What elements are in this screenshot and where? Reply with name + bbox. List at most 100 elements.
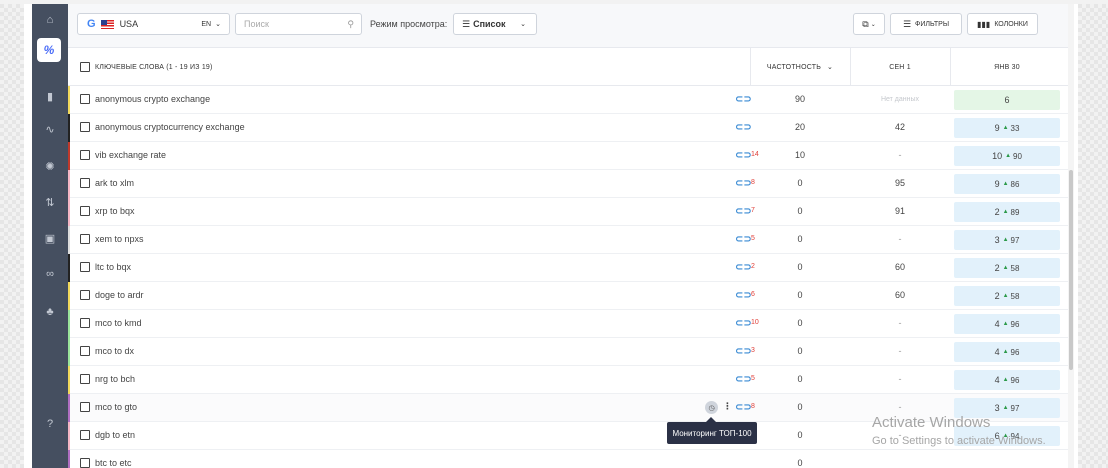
frequency-value: 0 — [797, 206, 803, 216]
keyword-text[interactable]: anonymous crypto exchange — [95, 94, 210, 104]
position-delta: 96 — [1010, 347, 1020, 357]
lang-label: EN — [201, 20, 212, 28]
google-icon: G — [87, 18, 96, 30]
row-color-bar — [68, 142, 70, 170]
table-row[interactable]: ark to xlm ⊂⊃ 8 0 95 9 ▲ 86 — [68, 170, 1068, 198]
keyword-text[interactable]: xem to npxs — [95, 234, 144, 244]
jan30-position: 10 ▲ 90 — [954, 146, 1060, 166]
jan30-position: 6 — [954, 90, 1060, 110]
jan30-position: 4 ▲ 96 — [954, 370, 1060, 390]
select-all-checkbox[interactable] — [80, 62, 90, 72]
frequency-header-label: ЧАСТОТНОСТЬ — [766, 63, 821, 71]
row-checkbox[interactable] — [80, 318, 90, 328]
pulse-icon[interactable]: ∿ — [32, 119, 68, 139]
app-logo[interactable]: % — [37, 38, 61, 62]
toolbar: G USA EN ⌄ Поиск ⚲ Режим просмотра: ☰ Сп… — [68, 4, 1068, 48]
scrollbar-thumb[interactable] — [1069, 170, 1073, 370]
sort-icon[interactable]: ⇅ — [32, 192, 68, 212]
jan30-position: 9 ▲ 33 — [954, 118, 1060, 138]
frequency-value: 90 — [794, 94, 805, 104]
sort-chevron-icon: ⌄ — [827, 64, 834, 71]
table-row[interactable]: doge to ardr ⊂⊃ 6 0 60 2 ▲ 58 — [68, 282, 1068, 310]
keyword-text[interactable]: vib exchange rate — [95, 150, 166, 160]
row-checkbox[interactable] — [80, 234, 90, 244]
table-row[interactable]: mco to dx ⊂⊃ 3 0-4 ▲ 96 — [68, 338, 1068, 366]
keyword-text[interactable]: nrg to bch — [95, 374, 135, 384]
windows-watermark-title: Activate Windows — [872, 414, 991, 431]
chevron-down-icon: ⌄ — [520, 21, 526, 28]
row-color-bar — [68, 338, 70, 366]
thumb-icon[interactable]: ♣ — [32, 302, 68, 322]
chart-icon[interactable]: ▮ — [32, 86, 68, 106]
position-value: 9 — [994, 179, 1000, 189]
keyword-text[interactable]: btc to etc — [95, 458, 132, 468]
keyword-text[interactable]: mco to dx — [95, 346, 134, 356]
frequency-value: 0 — [797, 290, 803, 300]
keyword-text[interactable]: doge to ardr — [95, 290, 144, 300]
position-value: 10 — [992, 151, 1003, 161]
keyword-text[interactable]: ltc to bqx — [95, 262, 131, 272]
row-checkbox[interactable] — [80, 206, 90, 216]
row-color-bar — [68, 170, 70, 198]
keyword-text[interactable]: mco to gto — [95, 402, 137, 412]
row-checkbox[interactable] — [80, 402, 90, 412]
sep1-value: 91 — [894, 206, 905, 216]
table-row[interactable]: nrg to bch ⊂⊃ 5 0-4 ▲ 96 — [68, 366, 1068, 394]
country-selector[interactable]: G USA EN ⌄ — [77, 13, 230, 35]
link-icon[interactable]: ∞ — [32, 264, 68, 284]
keyword-text[interactable]: mco to kmd — [95, 318, 142, 328]
table-row[interactable]: anonymous crypto exchange ⊂⊃ 90 Нет данных 6 — [68, 86, 1068, 114]
row-checkbox[interactable] — [80, 122, 90, 132]
table-row[interactable]: ltc to bqx ⊂⊃ 2 0 60 2 ▲ 58 — [68, 254, 1068, 282]
home-icon[interactable]: ⌂ — [32, 10, 68, 30]
keyword-text[interactable]: xrp to bqx — [95, 206, 135, 216]
position-delta: 97 — [1010, 403, 1020, 413]
arrow-up-icon: ▲ — [1002, 293, 1009, 299]
search-input[interactable]: Поиск ⚲ — [235, 13, 362, 35]
table-row[interactable]: xrp to bqx ⊂⊃ 7 0 91 2 ▲ 89 — [68, 198, 1068, 226]
row-checkbox[interactable] — [80, 262, 90, 272]
row-checkbox[interactable] — [80, 346, 90, 356]
row-color-bar — [68, 86, 70, 114]
row-color-bar — [68, 282, 70, 310]
table-row[interactable]: vib exchange rate ⊂⊃ 14 10-10 ▲ 90 — [68, 142, 1068, 170]
row-color-bar — [68, 450, 70, 468]
filters-button[interactable]: ☰ ФИЛЬТРЫ — [890, 13, 962, 35]
filters-label: ФИЛЬТРЫ — [915, 20, 950, 28]
row-checkbox[interactable] — [80, 458, 90, 468]
chevron-down-icon: ⌄ — [870, 21, 876, 28]
keyword-text[interactable]: dgb to etn — [95, 430, 135, 440]
row-checkbox[interactable] — [80, 94, 90, 104]
more-menu-icon[interactable]: ⋮ — [723, 401, 732, 412]
row-checkbox[interactable] — [80, 290, 90, 300]
row-checkbox[interactable] — [80, 150, 90, 160]
row-checkbox[interactable] — [80, 374, 90, 384]
copy-menu-button[interactable]: ⧉ ⌄ — [853, 13, 885, 35]
windows-watermark-text: Go to Settings to activate Windows. — [872, 435, 1046, 447]
row-color-bar — [68, 422, 70, 450]
sep1-value: - — [898, 374, 902, 384]
view-mode-select[interactable]: ☰ Список ⌄ — [453, 13, 537, 35]
position-value: 4 — [994, 319, 1000, 329]
columns-label: КОЛОНКИ — [994, 20, 1028, 28]
spider-icon[interactable]: ✺ — [32, 156, 68, 176]
row-checkbox[interactable] — [80, 430, 90, 440]
table-row[interactable]: anonymous cryptocurrency exchange ⊂⊃ 20 42 9… — [68, 114, 1068, 142]
table-row[interactable]: btc to etc 0 — [68, 450, 1068, 468]
doc-icon[interactable]: ▣ — [32, 228, 68, 248]
keywords-header-label: КЛЮЧЕВЫЕ СЛОВА (1 - 19 ИЗ 19) — [95, 63, 213, 71]
country-label: USA — [119, 19, 139, 29]
sep1-value: - — [898, 150, 902, 160]
monitoring-icon[interactable]: ◷ — [705, 401, 718, 414]
table-row[interactable]: xem to npxs ⊂⊃ 5 0-3 ▲ 97 — [68, 226, 1068, 254]
row-checkbox[interactable] — [80, 178, 90, 188]
columns-button[interactable]: ▮▮▮ КОЛОНКИ — [967, 13, 1038, 35]
sidebar: ⌂ % ▮ ∿ ✺ ⇅ ▣ ∞ ♣ ? — [32, 4, 68, 468]
table-row[interactable]: mco to kmd ⊂⊃ 10 0-4 ▲ 96 — [68, 310, 1068, 338]
frequency-header[interactable]: ЧАСТОТНОСТЬ ⌄ — [750, 48, 850, 86]
table-header: КЛЮЧЕВЫЕ СЛОВА (1 - 19 ИЗ 19) ЧАСТОТНОСТ… — [68, 48, 1068, 86]
position-delta: 96 — [1010, 375, 1020, 385]
keyword-text[interactable]: ark to xlm — [95, 178, 134, 188]
help-icon[interactable]: ? — [32, 414, 68, 434]
keyword-text[interactable]: anonymous cryptocurrency exchange — [95, 122, 245, 132]
